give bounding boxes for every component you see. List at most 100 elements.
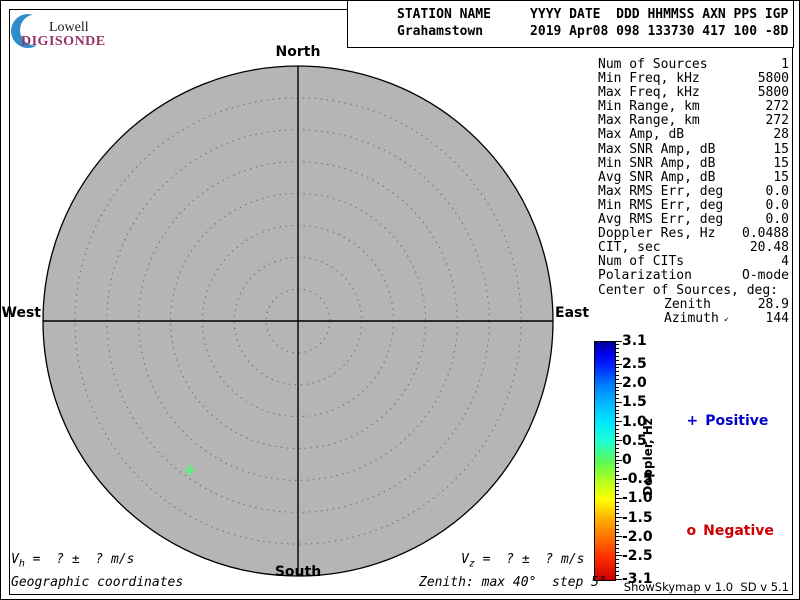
colorbar-minor-tick <box>615 505 619 507</box>
colorbar-major-tick <box>615 401 622 403</box>
colorbar-minor-tick <box>615 482 619 484</box>
stats-row: Num of Sources 1 <box>598 57 789 72</box>
colorbar-minor-tick <box>615 451 619 453</box>
stats-label: Avg SNR Amp, dB <box>598 169 716 185</box>
colorbar-minor-tick <box>615 367 619 369</box>
legend-negative-label: Negative <box>703 523 774 539</box>
circle-symbol-icon: o <box>686 523 697 539</box>
colorbar-minor-tick <box>615 355 619 357</box>
stats-row: Zenith 28.9 <box>598 296 789 312</box>
stats-label: Max SNR Amp, dB <box>598 141 716 157</box>
compass-label-west: West <box>1 305 41 321</box>
stats-row: Polarization O-mode <box>598 269 789 283</box>
colorbar-minor-tick <box>615 574 619 576</box>
colorbar-tick-label: 3.1 <box>622 333 647 349</box>
coordinate-system-note: Geographic coordinates <box>11 575 184 590</box>
colorbar-minor-tick <box>615 359 619 361</box>
stats-value: 15 <box>773 155 789 171</box>
colorbar-major-tick <box>615 555 622 557</box>
colorbar-minor-tick <box>615 501 619 503</box>
colorbar-minor-tick <box>615 405 619 407</box>
stats-value: 15 <box>773 169 789 185</box>
stats-value: 1 <box>781 57 789 72</box>
colorbar-minor-tick <box>615 444 619 446</box>
colorbar-minor-tick <box>615 513 619 515</box>
colorbar-minor-tick <box>615 371 619 373</box>
colorbar-minor-tick <box>615 509 619 511</box>
colorbar-minor-tick <box>615 494 619 496</box>
stats-label: Min RMS Err, deg <box>598 197 724 213</box>
vz-value: = ? ± ? m/s <box>474 552 585 567</box>
stats-row: Max SNR Amp, dB 15 <box>598 141 789 157</box>
colorbar-major-tick <box>615 382 622 384</box>
legend-negative: o Negative <box>667 507 774 555</box>
stats-row: Min RMS Err, deg 0.0 <box>598 197 789 213</box>
stats-row: Doppler Res, Hz 0.0488 <box>598 227 789 241</box>
colorbar-minor-tick <box>615 344 619 346</box>
showskymap-window: Lowell DIGISONDE STATION NAME YYYY DATE … <box>0 0 800 600</box>
colorbar-minor-tick <box>615 348 619 350</box>
colorbar-tick-label: 1.5 <box>622 394 647 411</box>
stats-value: 0.0 <box>765 183 789 199</box>
stats-value: 272 <box>765 113 789 129</box>
stats-label: Center of Sources, deg: <box>598 282 779 298</box>
legend-positive-label: Positive <box>705 413 769 429</box>
stats-row: Avg RMS Err, deg 0.0 <box>598 212 789 228</box>
stats-panel: Num of Sources 1 Min Freq, kHz 5800 Max Freq… <box>598 57 789 326</box>
stats-value: 0.0488 <box>742 226 789 242</box>
colorbar-minor-tick <box>615 551 619 553</box>
colorbar-minor-tick <box>615 540 619 542</box>
colorbar-major-tick <box>615 440 622 442</box>
stats-value: 28 <box>773 127 789 143</box>
colorbar-tick-label: 2.0 <box>622 375 647 392</box>
colorbar-major-tick <box>615 497 622 499</box>
stats-row: CIT, sec 20.48 <box>598 241 789 255</box>
stats-value: 144 <box>765 310 789 326</box>
colorbar-minor-tick <box>615 432 619 434</box>
stats-value: 0.0 <box>765 197 789 213</box>
colorbar-tick-label: 0 <box>622 452 632 468</box>
stats-row: Max Freq, kHz 5800 <box>598 86 789 100</box>
stats-label: Avg RMS Err, deg <box>598 212 724 228</box>
colorbar-axis-label: Doppler, Hz <box>641 418 655 496</box>
stats-label: Doppler Res, Hz <box>598 226 716 242</box>
stats-value: 4 <box>781 254 789 270</box>
colorbar-tick-label: -2.0 <box>622 528 653 545</box>
vz-symbol: Vz <box>461 552 475 570</box>
stats-label: Num of CITs <box>598 254 685 270</box>
colorbar-minor-tick <box>615 559 619 561</box>
stats-label: Max RMS Err, deg <box>598 183 724 199</box>
stats-label: Min SNR Amp, dB <box>598 155 716 171</box>
stats-value: 15 <box>773 141 789 157</box>
stats-label: Polarization <box>598 268 692 284</box>
horizontal-velocity-readout: Vh = ? ± ? m/s <box>11 552 134 570</box>
stats-label: Max Range, km <box>598 113 700 129</box>
colorbar-minor-tick <box>615 520 619 522</box>
colorbar-minor-tick <box>615 474 619 476</box>
colorbar-minor-tick <box>615 413 619 415</box>
colorbar-minor-tick <box>615 409 619 411</box>
compass-label-north: North <box>275 44 321 60</box>
colorbar-tick-label: -1.5 <box>622 509 653 526</box>
colorbar-major-tick <box>615 421 622 423</box>
vertical-velocity-readout: Vz = ? ± ? m/s <box>461 552 584 570</box>
stats-label: Min Freq, kHz <box>598 71 700 87</box>
vh-symbol: Vh <box>11 552 25 570</box>
colorbar-minor-tick <box>615 436 619 438</box>
stats-row: Max Range, km 272 <box>598 114 789 128</box>
stats-label: CIT, sec <box>598 240 661 256</box>
stats-label: Zenith <box>664 296 711 312</box>
colorbar-minor-tick <box>615 417 619 419</box>
stats-label: Azimuth <box>664 310 719 326</box>
colorbar-major-tick <box>615 536 622 538</box>
colorbar-minor-tick <box>615 570 619 572</box>
stats-row: Max RMS Err, deg 0.0 <box>598 183 789 199</box>
colorbar-minor-tick <box>615 394 619 396</box>
colorbar-major-tick <box>615 517 622 519</box>
colorbar-minor-tick <box>615 447 619 449</box>
colorbar-minor-tick <box>615 566 619 568</box>
colorbar-minor-tick <box>615 378 619 380</box>
colorbar-minor-tick <box>615 490 619 492</box>
colorbar-minor-tick <box>615 463 619 465</box>
stats-row: Num of CITs 4 <box>598 255 789 269</box>
